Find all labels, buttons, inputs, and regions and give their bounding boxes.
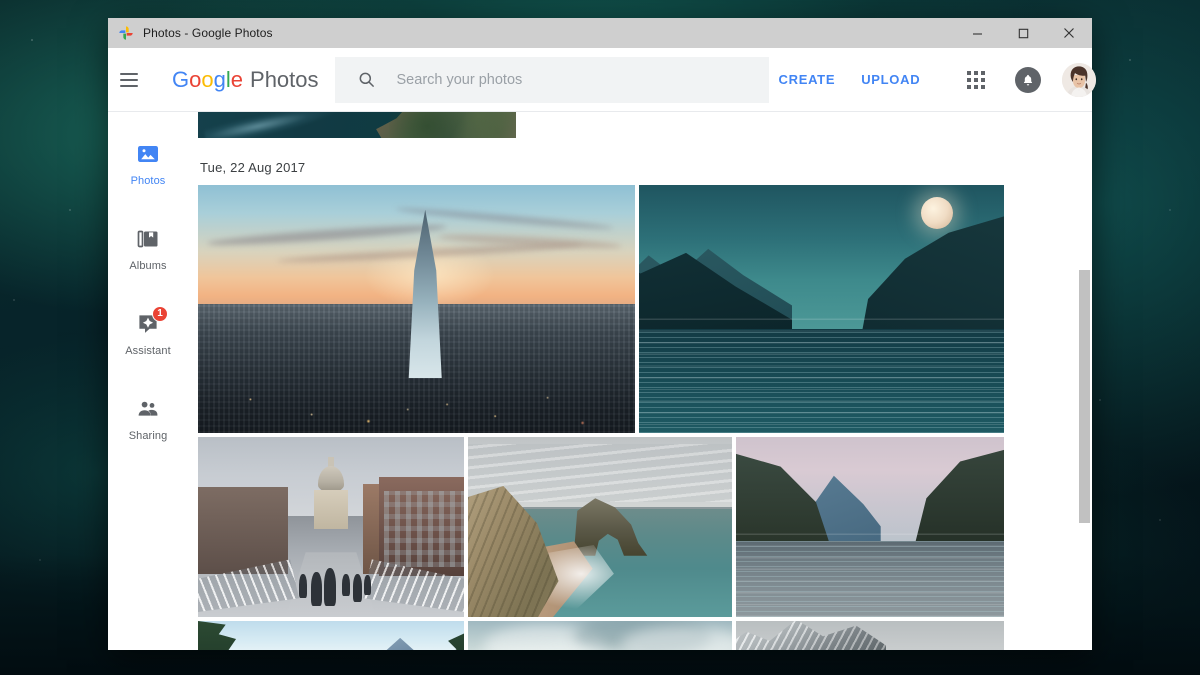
photo-row xyxy=(198,185,1092,433)
app-header: Google Photos CREATE UPLOAD xyxy=(108,48,1092,112)
brand-logo[interactable]: Google Photos xyxy=(172,69,319,91)
assistant-badge: 1 xyxy=(152,306,168,322)
photo-row xyxy=(198,621,1092,650)
scrollbar-thumb[interactable] xyxy=(1079,270,1090,523)
sidebar-item-sharing-label: Sharing xyxy=(129,430,168,442)
sidebar-item-photos[interactable]: Photos xyxy=(108,132,188,195)
date-group-label: Tue, 22 Aug 2017 xyxy=(200,160,1092,175)
sidebar-item-albums[interactable]: Albums xyxy=(108,217,188,280)
sharing-people-icon xyxy=(136,397,160,421)
photo-thumbnail[interactable] xyxy=(198,185,635,433)
photo-thumbnail[interactable] xyxy=(198,112,516,138)
photo-grid-content: Tue, 22 Aug 2017 xyxy=(188,112,1092,650)
desktop-background: Photos - Google Photos xyxy=(0,0,1200,675)
create-button[interactable]: CREATE xyxy=(769,64,846,95)
photo-grid-scroll-area[interactable]: Tue, 22 Aug 2017 xyxy=(188,112,1092,650)
google-letter-g1: G xyxy=(172,67,189,92)
photo-icon xyxy=(136,142,160,166)
window-titlebar: Photos - Google Photos xyxy=(108,18,1092,48)
avatar[interactable] xyxy=(1062,63,1096,97)
app-body: Photos Albums xyxy=(108,112,1092,650)
sidebar-item-assistant-label: Assistant xyxy=(125,345,171,357)
hamburger-menu-button[interactable] xyxy=(120,56,138,104)
photo-thumbnail[interactable] xyxy=(468,621,732,650)
photo-thumbnail[interactable] xyxy=(736,621,1004,650)
photo-row xyxy=(198,112,1092,138)
sidebar-item-photos-label: Photos xyxy=(131,175,166,187)
albums-icon xyxy=(136,227,160,251)
upload-button[interactable]: UPLOAD xyxy=(851,64,930,95)
sidebar: Photos Albums xyxy=(108,112,188,650)
photo-thumbnail[interactable] xyxy=(468,437,732,617)
sidebar-item-albums-label: Albums xyxy=(129,260,166,272)
browser-window: Photos - Google Photos xyxy=(108,18,1092,650)
apps-grid-icon xyxy=(967,71,985,89)
vertical-scrollbar[interactable] xyxy=(1077,112,1092,650)
minimize-button[interactable] xyxy=(954,18,1000,48)
window-title: Photos - Google Photos xyxy=(143,26,273,40)
sidebar-item-sharing[interactable]: Sharing xyxy=(108,387,188,450)
photo-thumbnail[interactable] xyxy=(736,437,1004,617)
google-letter-e: e xyxy=(231,67,243,92)
google-letter-g2: g xyxy=(214,67,226,92)
window-controls xyxy=(954,18,1092,48)
bell-icon xyxy=(1015,67,1041,93)
header-actions: CREATE UPLOAD xyxy=(769,60,1115,100)
search-icon xyxy=(357,70,376,89)
google-wordmark: Google xyxy=(172,69,243,91)
photo-thumbnail[interactable] xyxy=(639,185,1004,433)
google-letter-o1: o xyxy=(189,67,201,92)
product-name: Photos xyxy=(250,69,319,91)
google-letter-o2: o xyxy=(201,67,213,92)
search-bar[interactable] xyxy=(335,57,769,103)
close-button[interactable] xyxy=(1046,18,1092,48)
sidebar-item-assistant[interactable]: 1 Assistant xyxy=(108,302,188,365)
google-photos-pinwheel-icon xyxy=(118,25,134,41)
notifications-button[interactable] xyxy=(1008,60,1048,100)
search-input[interactable] xyxy=(397,72,727,88)
photo-row xyxy=(198,437,1092,617)
maximize-button[interactable] xyxy=(1000,18,1046,48)
hamburger-menu-icon xyxy=(120,73,138,87)
photo-thumbnail[interactable] xyxy=(198,437,464,617)
photo-thumbnail[interactable] xyxy=(198,621,464,650)
apps-grid-button[interactable] xyxy=(956,60,996,100)
